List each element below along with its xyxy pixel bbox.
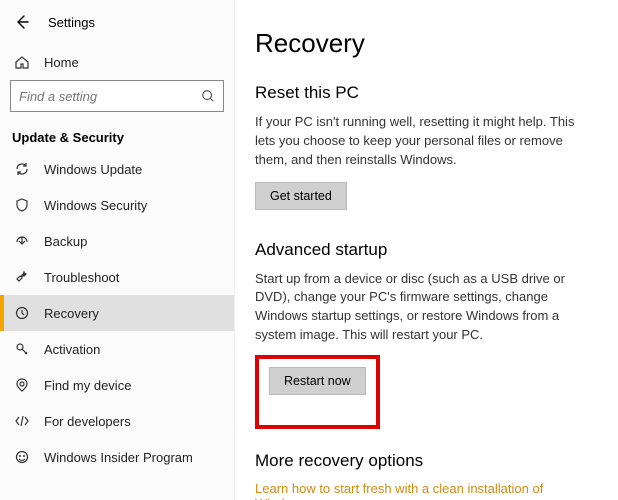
highlight-annotation: Restart now bbox=[255, 355, 380, 429]
section-title: Update & Security bbox=[0, 120, 234, 151]
window-title: Settings bbox=[48, 15, 95, 30]
shield-icon bbox=[14, 197, 30, 213]
nav-label: Windows Insider Program bbox=[44, 450, 193, 465]
arrow-left-icon bbox=[14, 14, 30, 30]
nav-label: Recovery bbox=[44, 306, 99, 321]
nav-label: Troubleshoot bbox=[44, 270, 119, 285]
clean-install-link[interactable]: Learn how to start fresh with a clean in… bbox=[255, 481, 598, 500]
sidebar-item-insider[interactable]: Windows Insider Program bbox=[0, 439, 234, 475]
search-box[interactable] bbox=[10, 80, 224, 112]
search-input[interactable] bbox=[19, 89, 201, 104]
header: Settings bbox=[0, 8, 234, 44]
troubleshoot-icon bbox=[14, 269, 30, 285]
sidebar-item-recovery[interactable]: Recovery bbox=[0, 295, 234, 331]
home-icon bbox=[14, 54, 30, 70]
reset-body: If your PC isn't running well, resetting… bbox=[255, 113, 595, 170]
activation-icon bbox=[14, 341, 30, 357]
more-heading: More recovery options bbox=[255, 451, 598, 471]
sidebar-item-for-developers[interactable]: For developers bbox=[0, 403, 234, 439]
sidebar-item-troubleshoot[interactable]: Troubleshoot bbox=[0, 259, 234, 295]
nav-label: Find my device bbox=[44, 378, 131, 393]
nav-label: Backup bbox=[44, 234, 87, 249]
search-container bbox=[0, 80, 234, 120]
back-button[interactable] bbox=[12, 12, 32, 32]
advanced-heading: Advanced startup bbox=[255, 240, 598, 260]
sidebar-item-activation[interactable]: Activation bbox=[0, 331, 234, 367]
recovery-icon bbox=[14, 305, 30, 321]
nav-label: Home bbox=[44, 55, 79, 70]
update-icon bbox=[14, 161, 30, 177]
sidebar-item-home[interactable]: Home bbox=[0, 44, 234, 80]
nav-label: Windows Security bbox=[44, 198, 147, 213]
developers-icon bbox=[14, 413, 30, 429]
search-icon bbox=[201, 89, 215, 103]
get-started-button[interactable]: Get started bbox=[255, 182, 347, 210]
advanced-body: Start up from a device or disc (such as … bbox=[255, 270, 595, 345]
sidebar: Settings Home Update & Security Windows … bbox=[0, 0, 235, 500]
restart-now-button[interactable]: Restart now bbox=[269, 367, 366, 395]
find-device-icon bbox=[14, 377, 30, 393]
sidebar-item-windows-security[interactable]: Windows Security bbox=[0, 187, 234, 223]
nav-label: Windows Update bbox=[44, 162, 142, 177]
sidebar-item-find-my-device[interactable]: Find my device bbox=[0, 367, 234, 403]
nav-label: Activation bbox=[44, 342, 100, 357]
main-content: Recovery Reset this PC If your PC isn't … bbox=[235, 0, 618, 500]
reset-heading: Reset this PC bbox=[255, 83, 598, 103]
page-title: Recovery bbox=[255, 28, 598, 59]
sidebar-item-windows-update[interactable]: Windows Update bbox=[0, 151, 234, 187]
sidebar-item-backup[interactable]: Backup bbox=[0, 223, 234, 259]
nav-label: For developers bbox=[44, 414, 131, 429]
insider-icon bbox=[14, 449, 30, 465]
backup-icon bbox=[14, 233, 30, 249]
